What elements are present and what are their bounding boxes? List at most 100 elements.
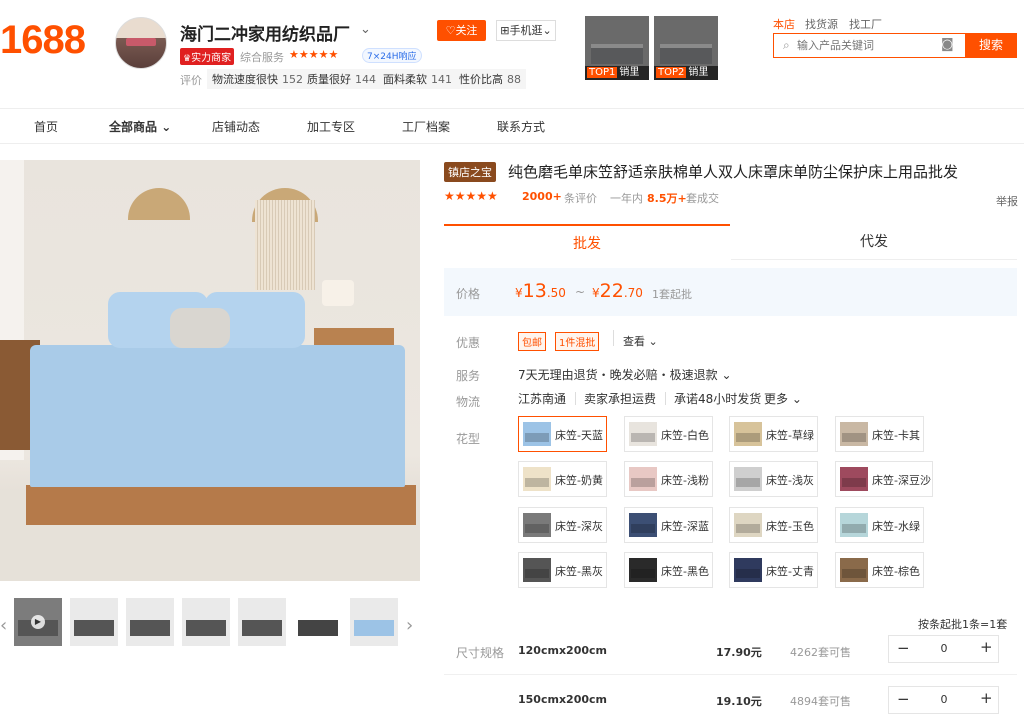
top-product-thumb[interactable]: TOP2 销里 (654, 16, 718, 80)
image-thumb[interactable] (126, 598, 174, 646)
variant-option[interactable]: 床笠-深蓝 (624, 507, 713, 543)
plus-button[interactable]: + (980, 638, 993, 656)
nav-processing[interactable]: 加工专区 (307, 118, 355, 135)
logistics-more-button[interactable]: 更多 ⌄ (764, 390, 802, 407)
quantity-stepper: − 0 + (888, 635, 999, 663)
variant-swatch (734, 467, 762, 491)
search-input[interactable] (797, 39, 937, 52)
service-text[interactable]: 7天无理由退货・晚发必赔・极速退款 ⌄ (518, 366, 732, 383)
rating-label: 评价 (180, 74, 202, 87)
image-thumb[interactable] (70, 598, 118, 646)
chevron-left-icon[interactable]: ‹ (0, 615, 7, 636)
variant-option[interactable]: 床笠-丈青 (729, 552, 818, 588)
nav-home[interactable]: 首页 (34, 118, 58, 135)
size-name: 120cmx200cm (518, 644, 607, 657)
variant-label: 床笠-深灰 (555, 520, 603, 533)
variant-option[interactable]: 床笠-深灰 (518, 507, 607, 543)
variant-option[interactable]: 床笠-黑灰 (518, 552, 607, 588)
logistics-fee: 卖家承担运费 (584, 392, 657, 406)
variant-label: 花型 (456, 432, 481, 446)
variant-option[interactable]: 床笠-玉色 (729, 507, 818, 543)
search-button[interactable]: 搜索 (965, 33, 1017, 58)
mobile-browse-button[interactable]: ⊞手机逛⌄ (496, 20, 556, 41)
service-label: 综合服务 (240, 51, 284, 64)
site-logo[interactable]: 1688 (0, 18, 86, 63)
chevron-down-icon: ⌄ (542, 24, 552, 37)
variant-option[interactable]: 床笠-奶黄 (518, 461, 607, 497)
video-thumb[interactable]: ▶ (14, 598, 62, 646)
image-thumb[interactable] (238, 598, 286, 646)
search-tab-factory[interactable]: 找工厂 (849, 16, 882, 32)
variant-option[interactable]: 床笠-白色 (624, 416, 713, 452)
divider (444, 674, 1017, 675)
variant-option[interactable]: 床笠-浅粉 (624, 461, 713, 497)
variant-option[interactable]: 床笠-卡其 (835, 416, 924, 452)
shop-name[interactable]: 海门二冲家用纺织品厂 (180, 20, 350, 45)
follow-button[interactable]: ♡关注 (437, 20, 486, 41)
plus-button[interactable]: + (980, 689, 993, 707)
variant-swatch (523, 467, 551, 491)
nav-contact[interactable]: 联系方式 (497, 118, 545, 135)
promo-view-button[interactable]: 查看 ⌄ (623, 333, 658, 349)
variant-label: 床笠-白色 (661, 429, 709, 442)
price-label: 价格 (456, 287, 481, 301)
service-label: 服务 (456, 369, 481, 383)
variant-label: 床笠-棕色 (872, 565, 920, 578)
batch-note: 按条起批1条=1套 (918, 618, 1008, 631)
quantity-value[interactable]: 0 (937, 693, 951, 706)
camera-icon[interactable]: ◙ (941, 37, 954, 52)
min-order: 1套起批 (652, 288, 692, 301)
chevron-down-icon[interactable]: ⌄ (360, 22, 371, 37)
top-product-thumb[interactable]: TOP1 销里 (585, 16, 649, 80)
variant-swatch (840, 513, 868, 537)
rating-tag: 质量很好 144 (302, 69, 381, 89)
search-tab-shop[interactable]: 本店 (773, 16, 795, 32)
nav-shop-news[interactable]: 店铺动态 (212, 118, 260, 135)
variant-swatch (629, 558, 657, 582)
quantity-value[interactable]: 0 (937, 642, 951, 655)
logistics-ship: 承诺48小时发货 (674, 392, 762, 406)
variant-option[interactable]: 床笠-深豆沙 (835, 461, 933, 497)
variant-label: 床笠-深蓝 (661, 520, 709, 533)
variant-swatch (840, 422, 868, 446)
variant-option[interactable]: 床笠-天蓝 (518, 416, 607, 452)
variant-label: 床笠-卡其 (872, 429, 920, 442)
play-icon: ▶ (31, 615, 45, 629)
variant-label: 床笠-草绿 (766, 429, 814, 442)
search-tab-source[interactable]: 找货源 (805, 16, 838, 32)
variant-option[interactable]: 床笠-浅灰 (729, 461, 818, 497)
price-tilde: ~ (575, 285, 586, 299)
variant-option[interactable]: 床笠-黑色 (624, 552, 713, 588)
chevron-right-icon[interactable]: › (406, 615, 413, 636)
size-label: 尺寸规格 (456, 646, 505, 660)
divider (613, 330, 614, 346)
variant-option[interactable]: 床笠-草绿 (729, 416, 818, 452)
service-24h-badge: 7×24H响应 (362, 48, 422, 63)
tab-dropship[interactable]: 代发 (731, 224, 1017, 260)
rating-tag: 面料柔软 141 (378, 69, 457, 89)
variant-label: 床笠-天蓝 (555, 429, 603, 442)
heart-icon: ♡ (445, 24, 456, 37)
image-thumb[interactable] (182, 598, 230, 646)
variant-option[interactable]: 床笠-棕色 (835, 552, 924, 588)
image-thumb[interactable] (350, 598, 398, 646)
image-thumb[interactable] (294, 598, 342, 646)
nav-all-products[interactable]: 全部商品 ⌄ (109, 118, 171, 135)
variant-swatch (734, 422, 762, 446)
minus-button[interactable]: − (897, 690, 910, 708)
variant-label: 床笠-深豆沙 (872, 474, 931, 487)
review-count[interactable]: 2000+ (522, 190, 562, 203)
chevron-down-icon: ⌄ (648, 335, 658, 348)
chevron-down-icon: ⌄ (161, 120, 172, 134)
tab-wholesale[interactable]: 批发 (444, 224, 730, 260)
main-product-image[interactable] (0, 160, 420, 581)
variant-label: 床笠-浅粉 (661, 474, 709, 487)
review-label: 条评价 (564, 192, 597, 205)
product-stars: ★★★★★ (444, 189, 498, 203)
shop-avatar[interactable] (115, 17, 167, 69)
report-link[interactable]: 举报 (996, 193, 1018, 209)
nav-factory-profile[interactable]: 工厂档案 (402, 118, 450, 135)
variant-option[interactable]: 床笠-水绿 (835, 507, 924, 543)
variant-swatch (629, 422, 657, 446)
minus-button[interactable]: − (897, 639, 910, 657)
